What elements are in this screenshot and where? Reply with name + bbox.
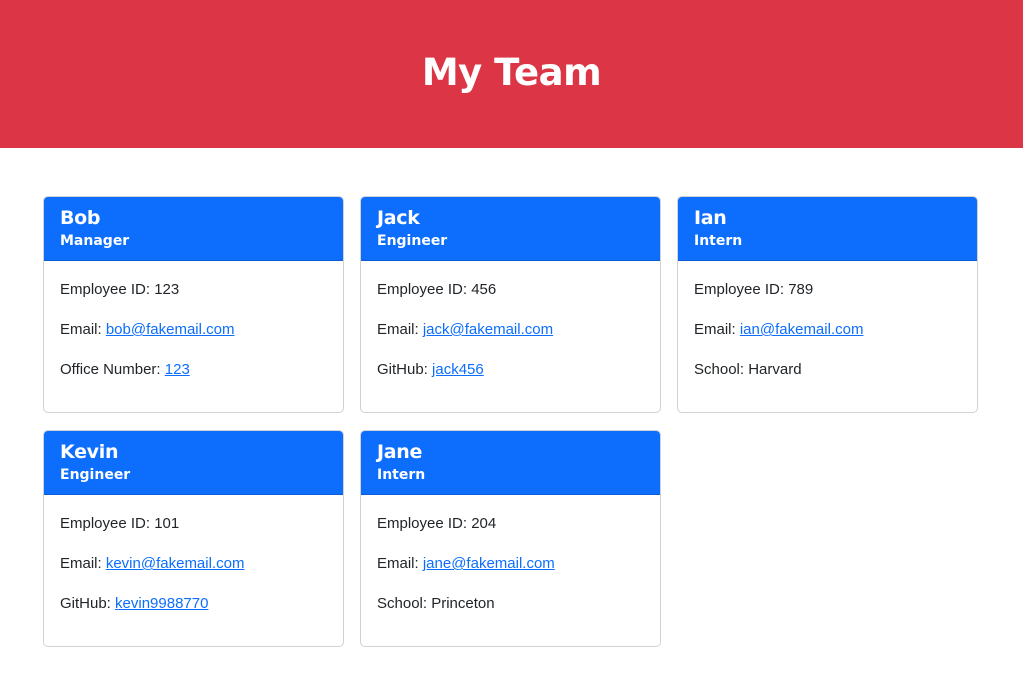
employee-id-row: Employee ID: 204 [377,514,644,554]
employee-role: Engineer [377,233,448,249]
employee-id-label: Employee ID: [377,515,472,532]
employee-id-value: 789 [788,281,814,298]
school-label: School: [377,595,432,612]
github-link[interactable]: kevin9988770 [115,595,208,612]
github-label: GitHub: [377,361,433,378]
email-label: Email: [60,555,106,572]
email-row: Email: kevin@fakemail.com [60,554,327,594]
employee-name: Ian [694,207,727,229]
email-link[interactable]: kevin@fakemail.com [106,555,245,572]
employee-id-value: 123 [154,281,180,298]
school-row: School: Princeton [377,594,644,634]
github-row: GitHub: kevin9988770 [60,594,327,634]
email-row: Email: ian@fakemail.com [694,320,961,360]
card-body: Employee ID: 789 Email: ian@fakemail.com… [678,261,977,400]
employee-role: Manager [60,233,130,249]
employee-name: Bob [60,207,101,229]
employee-card-jack: Jack Engineer Employee ID: 456 Email: ja… [360,196,661,413]
card-body: Employee ID: 101 Email: kevin@fakemail.c… [44,495,343,634]
employee-id-row: Employee ID: 101 [60,514,327,554]
employee-card-bob: Bob Manager Employee ID: 123 Email: bob@… [43,196,344,413]
employee-card-ian: Ian Intern Employee ID: 789 Email: ian@f… [677,196,978,413]
email-label: Email: [694,321,740,338]
employee-id-label: Employee ID: [377,281,472,298]
email-link[interactable]: ian@fakemail.com [740,321,864,338]
card-body: Employee ID: 456 Email: jack@fakemail.co… [361,261,660,400]
email-label: Email: [60,321,106,338]
card-header: Kevin Engineer [44,431,343,495]
email-link[interactable]: jane@fakemail.com [423,555,555,572]
office-number-row: Office Number: 123 [60,360,327,400]
card-body: Employee ID: 204 Email: jane@fakemail.co… [361,495,660,634]
employee-id-value: 456 [471,281,497,298]
card-header: Ian Intern [678,197,977,261]
school-value: Harvard [748,361,802,378]
school-label: School: [694,361,749,378]
employee-name: Jack [377,207,420,229]
school-value: Princeton [431,595,495,612]
employee-role: Intern [694,233,743,249]
employee-id-row: Employee ID: 456 [377,280,644,320]
email-label: Email: [377,321,423,338]
employee-id-row: Employee ID: 123 [60,280,327,320]
team-cards: Bob Manager Employee ID: 123 Email: bob@… [0,0,1023,695]
email-link[interactable]: jack@fakemail.com [423,321,553,338]
employee-id-value: 204 [471,515,497,532]
employee-name: Kevin [60,441,119,463]
email-row: Email: jane@fakemail.com [377,554,644,594]
office-number-label: Office Number: [60,361,165,378]
school-row: School: Harvard [694,360,961,400]
card-header: Jane Intern [361,431,660,495]
employee-id-label: Employee ID: [60,515,155,532]
employee-role: Intern [377,467,426,483]
email-row: Email: bob@fakemail.com [60,320,327,360]
employee-id-row: Employee ID: 789 [694,280,961,320]
github-label: GitHub: [60,595,116,612]
employee-role: Engineer [60,467,131,483]
office-number-link[interactable]: 123 [165,361,190,378]
email-link[interactable]: bob@fakemail.com [106,321,235,338]
employee-name: Jane [377,441,423,463]
employee-id-value: 101 [154,515,180,532]
card-header: Bob Manager [44,197,343,261]
employee-card-jane: Jane Intern Employee ID: 204 Email: jane… [360,430,661,647]
card-header: Jack Engineer [361,197,660,261]
employee-id-label: Employee ID: [60,281,155,298]
github-row: GitHub: jack456 [377,360,644,400]
email-label: Email: [377,555,423,572]
employee-id-label: Employee ID: [694,281,789,298]
github-link[interactable]: jack456 [432,361,484,378]
email-row: Email: jack@fakemail.com [377,320,644,360]
card-body: Employee ID: 123 Email: bob@fakemail.com… [44,261,343,400]
employee-card-kevin: Kevin Engineer Employee ID: 101 Email: k… [43,430,344,647]
